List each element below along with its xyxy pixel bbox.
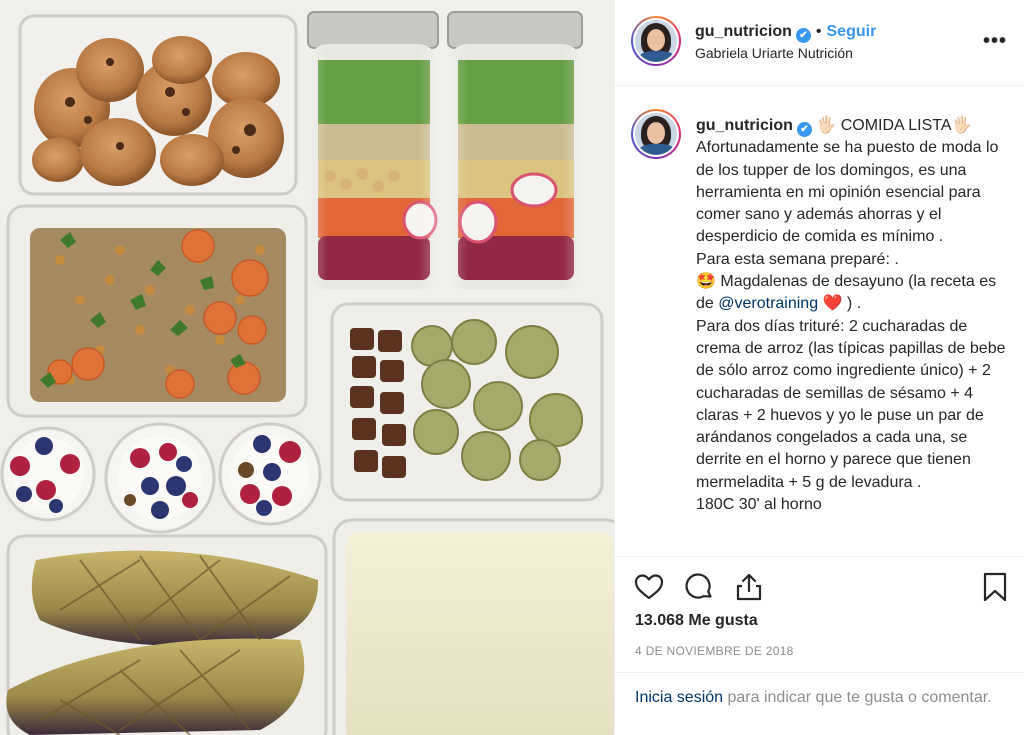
post-side-panel: gu_nutricion ✔ • Seguir Gabriela Uriarte Nu…: [614, 0, 1024, 735]
heart-icon[interactable]: [633, 571, 665, 603]
display-name: Gabriela Uriarte Nutrición: [695, 45, 853, 61]
header-user-line: gu_nutricion ✔ • Seguir: [695, 23, 876, 43]
follow-button[interactable]: Seguir: [827, 23, 877, 40]
action-bar: [615, 556, 1024, 616]
raised-hand-emoji: 🖐🏻: [951, 117, 972, 134]
post-caption: gu_nutricion ✔ 🖐🏻 COMIDA LISTA🖐🏻 Afortuna…: [696, 115, 1014, 516]
star-struck-emoji: 🤩: [696, 273, 716, 291]
mention-link[interactable]: @verotraining: [718, 295, 818, 312]
share-icon[interactable]: [733, 571, 765, 603]
caption-paragraph: Para esta semana preparé: .: [696, 250, 899, 268]
caption-paragraph: Afortunadamente se ha puesto de moda lo …: [696, 139, 999, 246]
login-prompt: Inicia sesión para indicar que te gusta …: [615, 672, 1024, 735]
separator: •: [815, 23, 822, 40]
raised-hand-emoji: 🖐🏻: [816, 117, 837, 134]
red-heart-emoji: ❤️: [822, 295, 843, 313]
like-count[interactable]: 13.068 Me gusta: [635, 612, 758, 630]
food-photo: [0, 0, 614, 735]
caption-avatar[interactable]: [631, 109, 681, 159]
bookmark-icon[interactable]: [979, 571, 1011, 603]
caption-username[interactable]: gu_nutricion: [696, 117, 793, 134]
username-link[interactable]: gu_nutricion: [695, 23, 792, 40]
post-date[interactable]: 4 DE NOVIEMBRE DE 2018: [635, 644, 794, 658]
post-image[interactable]: [0, 0, 614, 735]
caption-paragraph: Para dos días trituré: 2 cucharadas de c…: [696, 317, 1006, 491]
caption-paragraph: 180C 30' al horno: [696, 496, 822, 514]
login-link[interactable]: Inicia sesión: [635, 689, 723, 706]
comment-icon[interactable]: [683, 571, 715, 603]
post-header: gu_nutricion ✔ • Seguir Gabriela Uriarte Nu…: [615, 0, 1024, 86]
caption-text: ) .: [842, 295, 862, 313]
caption-scroll-area[interactable]: gu_nutricion ✔ 🖐🏻 COMIDA LISTA🖐🏻 Afortuna…: [615, 87, 1024, 555]
caption-list-item: 🤩 Magdalenas de desayuno (la receta es d…: [696, 271, 1014, 316]
caption-title: COMIDA LISTA: [840, 117, 952, 134]
verified-badge-icon: ✔: [796, 122, 812, 137]
verified-badge-icon: ✔: [795, 28, 811, 43]
avatar[interactable]: [631, 16, 681, 66]
more-options-icon[interactable]: •••: [983, 30, 1007, 53]
login-prompt-text: para indicar que te gusta o comentar.: [723, 689, 992, 706]
